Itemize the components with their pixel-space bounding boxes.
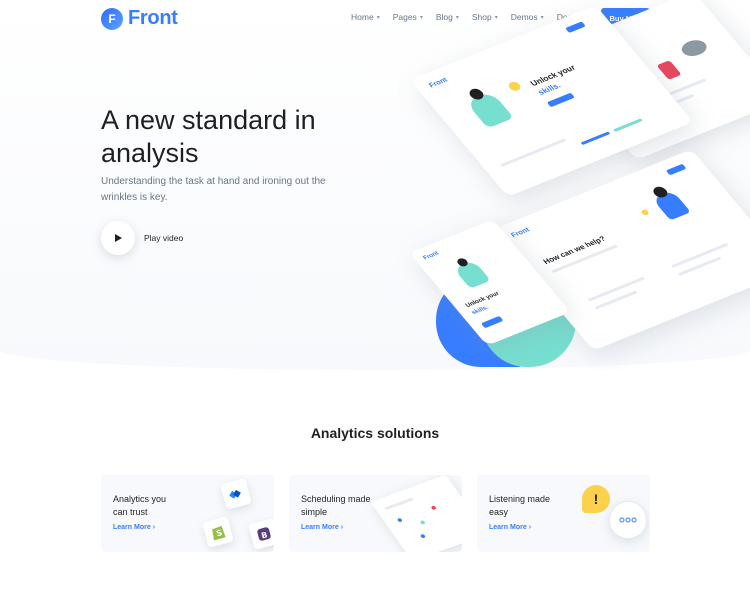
hero-illustration: Front Unlock your skills. Front How can …	[395, 0, 750, 370]
solution-card-scheduling[interactable]: Scheduling made simple Learn More ›	[289, 475, 462, 552]
chevron-right-icon: ›	[528, 524, 532, 531]
shopify-icon: S	[202, 516, 234, 548]
learn-more-link[interactable]: Learn More ›	[113, 524, 155, 531]
play-button[interactable]	[101, 221, 135, 255]
play-video-label[interactable]: Play video	[144, 233, 183, 243]
card-title: Listening made easy	[489, 494, 551, 517]
brand-logo[interactable]: F Front	[101, 7, 178, 30]
learn-more-label: Learn More	[113, 524, 151, 531]
menu-label: Home	[351, 12, 374, 22]
section-title: Analytics solutions	[310, 425, 440, 441]
solution-card-listening[interactable]: Listening made easy Learn More › !	[477, 475, 650, 552]
learn-more-label: Learn More	[489, 524, 527, 531]
hero-title: A new standard in analysis	[101, 105, 316, 168]
learn-more-link[interactable]: Learn More ›	[301, 524, 343, 531]
calendar-illustration	[370, 475, 462, 552]
learn-more-link[interactable]: Learn More ›	[489, 524, 531, 531]
play-icon	[115, 234, 122, 242]
logo-icon: F	[101, 7, 123, 30]
alert-bubble-icon: !	[582, 485, 610, 513]
chevron-right-icon: ›	[340, 524, 344, 531]
chevron-down-icon: ▾	[376, 14, 380, 21]
solution-card-analytics[interactable]: Analytics you can trust Learn More › S B	[101, 475, 274, 552]
card-title: Scheduling made simple	[301, 494, 371, 517]
jira-icon	[220, 478, 252, 510]
card-title: Analytics you can trust	[113, 494, 167, 517]
mockup-logo: Front	[427, 76, 450, 90]
bootstrap-icon: B	[248, 518, 274, 550]
chevron-right-icon: ›	[152, 524, 156, 531]
play-video-control[interactable]: Play video	[101, 221, 183, 255]
menu-item-home[interactable]: Home ▾	[351, 12, 380, 22]
hero-subtitle: Understanding the task at hand and ironi…	[101, 176, 326, 203]
learn-more-label: Learn More	[301, 524, 339, 531]
chat-bubble-icon	[609, 501, 647, 539]
logo-text: Front	[128, 7, 178, 29]
